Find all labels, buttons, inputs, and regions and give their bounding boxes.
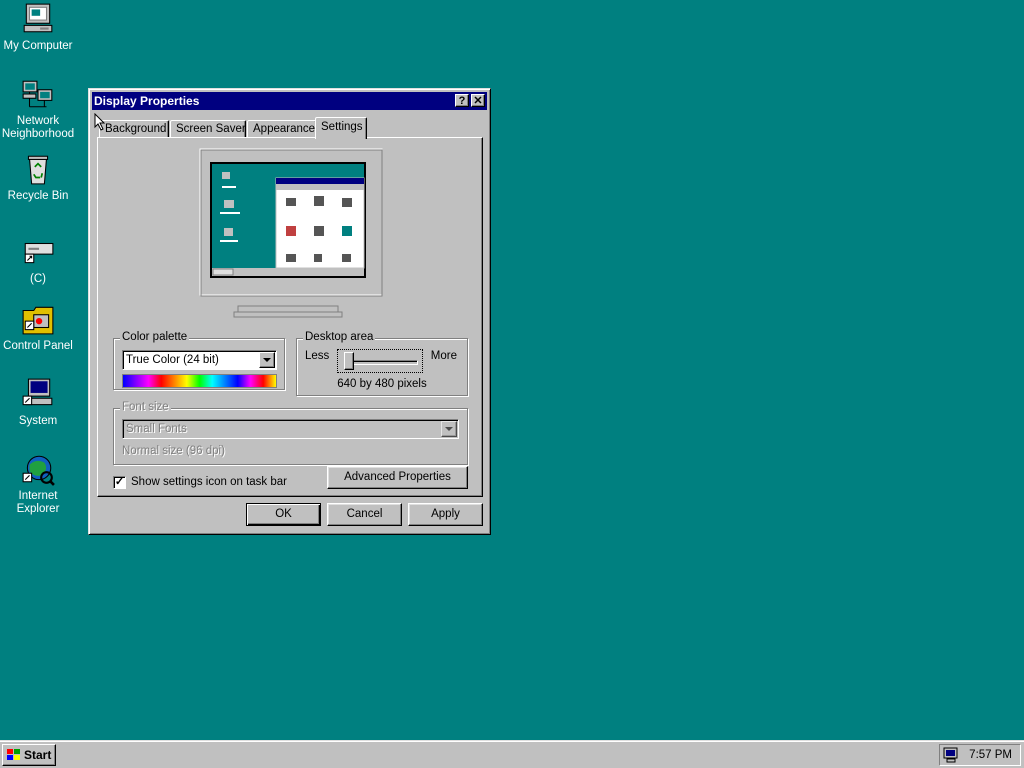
display-properties-window: Display Properties ? ✕ Background Screen… — [88, 88, 491, 535]
font-size-group: Font size Small Fonts Normal size (96 dp… — [113, 401, 468, 465]
color-palette-group: Color palette True Color (24 bit) — [113, 331, 285, 390]
start-label: Start — [24, 748, 52, 762]
start-button[interactable]: Start — [2, 744, 56, 766]
mouse-cursor-icon — [94, 113, 106, 131]
desktop-icon-label: (C) — [30, 273, 46, 285]
desktop-icon-recycle-bin[interactable]: Recycle Bin — [0, 152, 76, 203]
tab-settings[interactable]: Settings — [315, 117, 367, 139]
drive-c-shortcut-icon — [24, 242, 54, 264]
font-size-select[interactable]: Small Fonts — [122, 419, 459, 439]
button-label: OK — [275, 508, 292, 520]
button-label: Cancel — [346, 508, 383, 520]
color-palette-legend: Color palette — [120, 331, 190, 343]
font-size-value: Small Fonts — [126, 423, 187, 435]
desktop-icon-label: My Computer — [3, 40, 73, 52]
taskbar: Start 7:57 PM — [0, 740, 1024, 768]
close-button[interactable]: ✕ — [471, 94, 485, 107]
my-computer-icon — [23, 3, 53, 33]
internet-explorer-icon — [22, 455, 55, 486]
tab-label: Background — [105, 123, 167, 135]
font-size-legend: Font size — [120, 401, 171, 413]
desktop-area-slider[interactable] — [337, 349, 423, 373]
desktop-area-legend: Desktop area — [303, 331, 376, 343]
show-settings-icon-label: Show settings icon on task bar — [131, 476, 287, 488]
tab-label: Appearance — [253, 123, 316, 135]
help-icon: ? — [458, 95, 466, 107]
desktop-icon-label: Neighborhood — [1, 128, 75, 140]
ok-button[interactable]: OK — [246, 503, 321, 526]
desktop-icon-label: System — [18, 415, 58, 427]
windows-logo-icon — [7, 749, 20, 760]
cancel-button[interactable]: Cancel — [327, 503, 402, 526]
chevron-down-icon[interactable] — [259, 352, 275, 368]
clock[interactable]: 7:57 PM — [969, 749, 1012, 761]
desktop-icon-label: Network — [16, 115, 60, 127]
monitor-preview — [199, 148, 383, 318]
color-palette-value: True Color (24 bit) — [126, 354, 219, 366]
system-shortcut-icon — [22, 378, 53, 406]
desktop-icon-network-neighborhood[interactable]: Network Neighborhood — [0, 77, 76, 141]
advanced-properties-button[interactable]: Advanced Properties — [327, 466, 468, 489]
tab-label: Screen Saver — [176, 123, 246, 135]
desktop-icon-label: Internet — [18, 490, 58, 502]
tab-background[interactable]: Background — [99, 120, 169, 138]
slider-thumb[interactable] — [344, 352, 354, 370]
show-settings-icon-option[interactable]: ✓ Show settings icon on task bar — [113, 476, 313, 492]
desktop-area-group: Desktop area Less More 640 by 480 pixels — [296, 331, 468, 396]
slider-more-label: More — [430, 350, 457, 362]
chevron-down-icon[interactable] — [441, 421, 457, 437]
desktop-icon-drive-c[interactable]: (C) — [0, 235, 76, 286]
apply-button[interactable]: Apply — [408, 503, 483, 526]
tab-appearance[interactable]: Appearance — [247, 120, 317, 138]
tab-screen-saver[interactable]: Screen Saver — [170, 120, 246, 138]
recycle-bin-icon — [27, 155, 49, 185]
button-label: Advanced Properties — [344, 471, 451, 483]
settings-panel: Color palette True Color (24 bit) Deskto… — [97, 137, 483, 497]
system-tray: 7:57 PM — [939, 744, 1021, 766]
desktop-icon-label: Recycle Bin — [7, 190, 69, 202]
window-title: Display Properties — [94, 94, 200, 108]
resolution-label: 640 by 480 pixels — [337, 378, 427, 390]
desktop-icon-label: Control Panel — [3, 340, 73, 352]
slider-less-label: Less — [305, 350, 330, 362]
close-icon: ✕ — [473, 95, 483, 107]
display-settings-tray-icon[interactable] — [943, 747, 959, 763]
network-neighborhood-icon — [22, 80, 53, 108]
desktop-icon-control-panel[interactable]: Control Panel — [0, 302, 76, 353]
show-settings-icon-checkbox[interactable]: ✓ — [113, 476, 126, 489]
desktop-icon-system[interactable]: System — [0, 377, 76, 428]
checkmark-icon: ✓ — [114, 476, 125, 488]
help-button[interactable]: ? — [455, 94, 469, 107]
desktop-icon-label: Explorer — [16, 503, 60, 515]
tab-label: Settings — [321, 121, 363, 133]
slider-track — [344, 360, 418, 365]
desktop-icon-my-computer[interactable]: My Computer — [0, 2, 76, 53]
font-size-note: Normal size (96 dpi) — [122, 445, 225, 457]
desktop-icon-internet-explorer[interactable]: Internet Explorer — [0, 452, 76, 516]
button-label: Apply — [431, 508, 460, 520]
title-bar[interactable]: Display Properties ? ✕ — [92, 92, 487, 110]
color-palette-select[interactable]: True Color (24 bit) — [122, 350, 277, 370]
color-spectrum-bar — [122, 374, 277, 388]
control-panel-icon — [22, 306, 54, 335]
